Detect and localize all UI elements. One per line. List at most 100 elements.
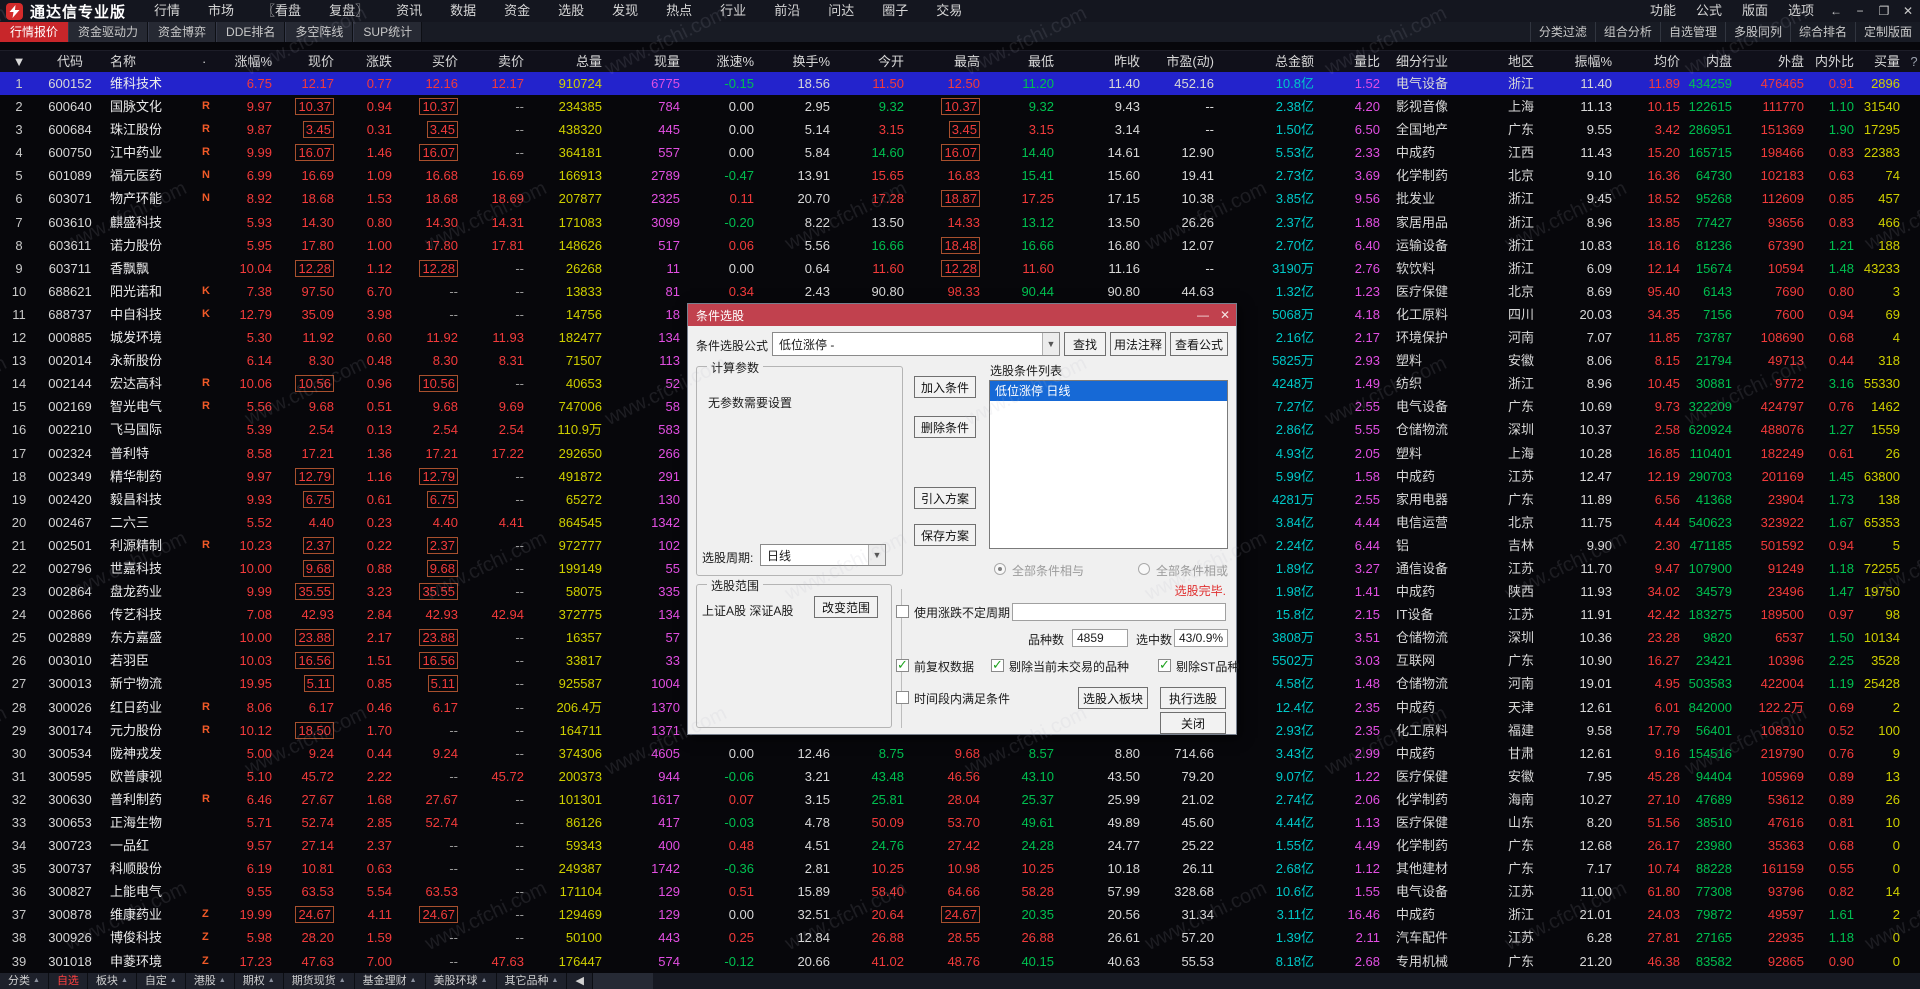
- column-header-low[interactable]: 最低: [988, 51, 1062, 72]
- toolbar-tab-资金驱动力[interactable]: 资金驱动力: [68, 22, 149, 42]
- menu-item-0[interactable]: 行情: [140, 0, 194, 22]
- radio-all-or-label[interactable]: 全部条件相或: [1156, 562, 1228, 579]
- column-header-avg-price[interactable]: 均价: [1620, 51, 1688, 72]
- column-header-chg[interactable]: 涨跌: [342, 51, 400, 72]
- formula-combobox[interactable]: 低位涨停 - ▼: [772, 332, 1060, 356]
- column-header-rownum[interactable]: ▼: [0, 51, 38, 72]
- column-header-region[interactable]: 地区: [1500, 51, 1546, 72]
- stock-row-300926[interactable]: 38 300926 博俊科技 Z 5.98 28.20 1.59 -- -- 50100 443 0.…: [0, 926, 1920, 949]
- menu-item-12[interactable]: 问达: [814, 0, 868, 22]
- stock-row-688621[interactable]: 10 688621 阳光诺和 K 7.38 97.50 6.70 -- -- 13833 81 0.3…: [0, 280, 1920, 303]
- column-header-industry[interactable]: 细分行业: [1388, 51, 1500, 72]
- bottom-tab-自定[interactable]: 自定 ▲: [136, 973, 186, 989]
- menu-right-item-0[interactable]: 功能: [1640, 0, 1686, 22]
- menu-item-4[interactable]: 资讯: [382, 0, 436, 22]
- bottom-tab-自选[interactable]: 自选: [48, 973, 88, 989]
- column-header-ask[interactable]: 卖价: [466, 51, 532, 72]
- menu-item-10[interactable]: 行业: [706, 0, 760, 22]
- column-header-outer-vol[interactable]: 外盘: [1740, 51, 1812, 72]
- column-header-name[interactable]: 名称: [102, 51, 194, 72]
- menu-right-item-3[interactable]: 选项: [1778, 0, 1824, 22]
- close-dialog-button[interactable]: 关闭: [1160, 712, 1226, 734]
- stock-row-600640[interactable]: 2 600640 国脉文化 R 9.97 10.37 0.94 10.37 -- 234385 78…: [0, 95, 1920, 118]
- change-range-button[interactable]: 改变范围: [814, 596, 878, 618]
- radio-all-and-icon[interactable]: [994, 563, 1006, 575]
- bottom-tab-分类[interactable]: 分类 ▲: [0, 973, 49, 989]
- stock-row-603071[interactable]: 6 603071 物产环能 N 8.92 18.68 1.53 18.68 18.69 20787…: [0, 187, 1920, 210]
- stock-row-300630[interactable]: 32 300630 普利制药 R 6.46 27.67 1.68 27.67 -- 101301 1…: [0, 788, 1920, 811]
- stock-row-300827[interactable]: 36 300827 上能电气 9.55 63.53 5.54 63.53 -- 171104 12…: [0, 880, 1920, 903]
- forward-adjust-checkbox[interactable]: [896, 657, 909, 673]
- column-header-open[interactable]: 今开: [838, 51, 912, 72]
- column-header-pct[interactable]: 涨幅%: [220, 51, 280, 72]
- toolbar-link-1[interactable]: 组合分析: [1594, 22, 1660, 42]
- column-header-price[interactable]: 现价: [280, 51, 342, 72]
- radio-all-or-icon[interactable]: [1138, 563, 1150, 575]
- import-scheme-button[interactable]: 引入方案: [914, 487, 976, 509]
- column-header-turnover[interactable]: 换手%: [762, 51, 838, 72]
- dialog-minimize-icon[interactable]: —: [1192, 304, 1214, 326]
- menu-item-3[interactable]: 复盘〗: [315, 0, 382, 22]
- menu-item-5[interactable]: 数据: [436, 0, 490, 22]
- delete-condition-button[interactable]: 删除条件: [914, 416, 976, 438]
- bottom-tab-基金理财[interactable]: 基金理财 ▲: [354, 973, 426, 989]
- menu-item-9[interactable]: 热点: [652, 0, 706, 22]
- menu-item-1[interactable]: 市场: [194, 0, 248, 22]
- stock-row-300534[interactable]: 30 300534 陇神戎发 5.00 9.24 0.44 9.24 -- 374306 4605…: [0, 742, 1920, 765]
- stock-row-600152[interactable]: 1 600152 维科技术 6.75 12.17 0.77 12.16 12.17 910724…: [0, 72, 1920, 96]
- exclude-suspended-checkbox[interactable]: [991, 657, 1004, 673]
- column-header-pe[interactable]: 市盈(动): [1148, 51, 1222, 72]
- menu-item-14[interactable]: 交易: [922, 0, 976, 22]
- menu-item-7[interactable]: 选股: [544, 0, 598, 22]
- menu-right-item-2[interactable]: 版面: [1732, 0, 1778, 22]
- column-header-buy-vol[interactable]: 买量: [1862, 51, 1908, 72]
- irregular-period-checkbox[interactable]: [896, 605, 909, 618]
- column-header-vol-ratio[interactable]: 量比: [1322, 51, 1388, 72]
- dialog-close-icon[interactable]: ✕: [1214, 304, 1236, 326]
- menu-item-13[interactable]: 圈子: [868, 0, 922, 22]
- bottom-tab-◀[interactable]: ◀: [567, 973, 593, 989]
- usage-notes-button[interactable]: 用法注释: [1110, 332, 1166, 356]
- close-icon[interactable]: ✕: [1896, 0, 1920, 22]
- column-header-code[interactable]: 代码: [38, 51, 102, 72]
- condition-list-item-selected[interactable]: 低位涨停 日线: [990, 381, 1227, 401]
- time-range-checkbox[interactable]: [896, 691, 909, 704]
- save-scheme-button[interactable]: 保存方案: [914, 524, 976, 546]
- toolbar-tab-多空阵线[interactable]: 多空阵线: [285, 22, 354, 42]
- dialog-title-bar[interactable]: 条件选股: [688, 304, 1236, 326]
- stock-row-603711[interactable]: 9 603711 香飘飘 10.04 12.28 1.12 12.28 -- 26268 11 0.…: [0, 257, 1920, 280]
- stock-row-603610[interactable]: 7 603610 麒盛科技 5.93 14.30 0.80 14.30 14.31 171083…: [0, 211, 1920, 234]
- radio-all-and-label[interactable]: 全部条件相与: [1012, 562, 1084, 579]
- stock-row-600750[interactable]: 4 600750 江中药业 R 9.99 16.07 1.46 16.07 -- 364181 55…: [0, 141, 1920, 164]
- minimize-icon[interactable]: −: [1848, 0, 1872, 22]
- restore-icon[interactable]: ❐: [1872, 0, 1896, 22]
- toolbar-tab-行情报价[interactable]: 行情报价: [0, 22, 69, 42]
- toolbar-tab-SUP统计[interactable]: SUP统计: [353, 22, 423, 42]
- menu-item-8[interactable]: 发现: [598, 0, 652, 22]
- add-condition-button[interactable]: 加入条件: [914, 376, 976, 398]
- stock-row-300878[interactable]: 37 300878 维康药业 Z 19.99 24.67 4.11 24.67 -- 129469…: [0, 903, 1920, 926]
- bottom-tab-其它品种[interactable]: 其它品种 ▲: [496, 973, 568, 989]
- condition-list[interactable]: 低位涨停 日线: [989, 380, 1228, 549]
- column-header-cur-vol[interactable]: 现量: [610, 51, 688, 72]
- stock-row-300653[interactable]: 33 300653 正海生物 5.71 52.74 2.85 52.74 -- 86126 417…: [0, 811, 1920, 834]
- bottom-tab-美股环球[interactable]: 美股环球 ▲: [425, 973, 497, 989]
- bottom-tab-港股[interactable]: 港股 ▲: [185, 973, 235, 989]
- stock-row-601089[interactable]: 5 601089 福元医药 N 6.99 16.69 1.09 16.68 16.69 16691…: [0, 164, 1920, 187]
- pick-to-block-button[interactable]: 选股入板块: [1078, 687, 1148, 709]
- column-header-high[interactable]: 最高: [912, 51, 988, 72]
- back-icon[interactable]: ←: [1824, 0, 1848, 22]
- toolbar-link-0[interactable]: 分类过滤: [1529, 22, 1595, 42]
- exclude-st-checkbox[interactable]: [1158, 657, 1171, 673]
- toolbar-link-2[interactable]: 自选管理: [1659, 22, 1725, 42]
- column-header-flag[interactable]: ·: [194, 51, 220, 72]
- menu-item-11[interactable]: 前沿: [760, 0, 814, 22]
- column-header-prev-close[interactable]: 昨收: [1062, 51, 1148, 72]
- stock-row-600684[interactable]: 3 600684 珠江股份 R 9.87 3.45 0.31 3.45 -- 438320 445 0…: [0, 118, 1920, 141]
- stock-row-301018[interactable]: 39 301018 申菱环境 Z 17.23 47.63 7.00 -- 47.63 176447…: [0, 950, 1920, 973]
- find-button[interactable]: 查找: [1064, 332, 1106, 356]
- menu-right-item-1[interactable]: 公式: [1686, 0, 1732, 22]
- bottom-tab-期货现货[interactable]: 期货现货 ▲: [283, 973, 355, 989]
- menu-item-2[interactable]: 〖看盘: [248, 0, 315, 22]
- bottom-tab-期权[interactable]: 期权 ▲: [234, 973, 284, 989]
